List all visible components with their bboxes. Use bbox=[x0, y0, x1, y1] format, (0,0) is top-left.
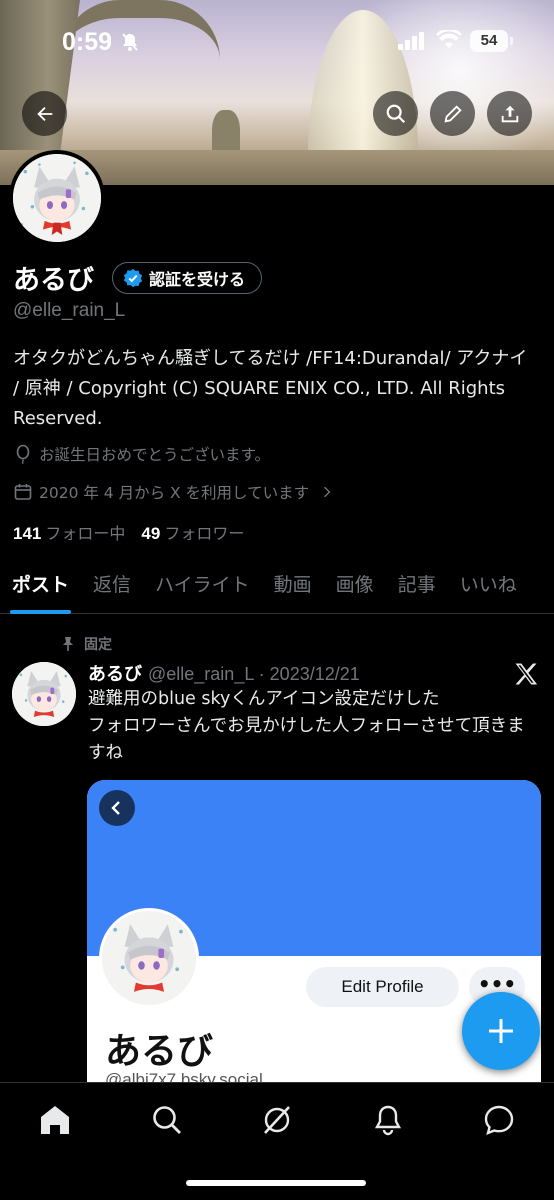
profile-tabs: ポスト 返信 ハイライト 動画 画像 記事 いいね bbox=[0, 566, 554, 614]
profile-avatar[interactable] bbox=[9, 150, 105, 246]
joined-text: 2020 年 4 月から X を利用しています bbox=[39, 484, 310, 502]
share-button[interactable] bbox=[487, 91, 532, 136]
following-link[interactable]: 141 フォロー中 bbox=[13, 520, 125, 544]
verified-badge-icon bbox=[123, 268, 143, 288]
calendar-icon bbox=[14, 484, 32, 500]
pinned-indicator: 固定 bbox=[60, 634, 112, 654]
edit-pencil-icon bbox=[443, 104, 462, 123]
followers-label: フォロワー bbox=[164, 524, 245, 543]
tab-articles[interactable]: 記事 bbox=[386, 566, 448, 613]
avatar-artwork bbox=[12, 662, 76, 726]
media-avatar bbox=[99, 908, 199, 1008]
status-bar: 0:59 54 bbox=[0, 0, 554, 80]
status-time: 0:59 bbox=[62, 28, 113, 56]
home-icon[interactable] bbox=[38, 1103, 72, 1137]
messages-icon[interactable] bbox=[482, 1103, 516, 1137]
get-verified-button[interactable]: 認証を受ける bbox=[112, 262, 263, 294]
tab-posts[interactable]: ポスト bbox=[0, 566, 81, 614]
media-profile-name: あるび bbox=[105, 1031, 214, 1072]
plus-icon bbox=[489, 1019, 513, 1043]
follow-stats: 141 フォロー中 49 フォロワー bbox=[13, 520, 244, 544]
tab-highlights[interactable]: ハイライト bbox=[143, 566, 262, 613]
post-author-avatar[interactable] bbox=[12, 662, 76, 726]
following-count: 141 bbox=[13, 524, 42, 543]
x-logo-icon[interactable] bbox=[512, 660, 540, 688]
back-arrow-icon bbox=[36, 106, 52, 121]
post-author-name[interactable]: あるび bbox=[88, 660, 142, 686]
chevron-right-icon bbox=[324, 486, 331, 498]
post-handle-date: @elle_rain_L · 2023/12/21 bbox=[148, 664, 360, 684]
avatar-artwork bbox=[13, 154, 101, 242]
search-button[interactable] bbox=[373, 91, 418, 136]
notifications-icon[interactable] bbox=[371, 1103, 405, 1137]
tab-likes[interactable]: いいね bbox=[448, 566, 529, 613]
bell-off-icon bbox=[122, 33, 138, 51]
media-back-button bbox=[99, 790, 135, 826]
profile-bio: オタクがどんちゃん騒ぎしてるだけ /FF14:Durandal/ アクナイ / … bbox=[13, 348, 528, 429]
signal-icon bbox=[398, 32, 424, 50]
balloon-icon bbox=[16, 444, 30, 464]
explore-icon[interactable] bbox=[150, 1103, 184, 1137]
media-profile-handle: @albi7x7.bsky.social bbox=[105, 1070, 263, 1082]
grok-icon[interactable] bbox=[260, 1103, 294, 1137]
followers-count: 49 bbox=[141, 524, 161, 543]
edit-profile-button[interactable] bbox=[430, 91, 475, 136]
chevron-left-icon bbox=[111, 801, 120, 815]
birthday-text: お誕生日おめでとうございます。 bbox=[39, 446, 270, 464]
profile-handle: @elle_rain_L bbox=[13, 300, 126, 321]
search-icon bbox=[386, 104, 405, 123]
tab-replies[interactable]: 返信 bbox=[81, 566, 143, 613]
compose-post-button[interactable] bbox=[462, 992, 540, 1070]
tab-videos[interactable]: 動画 bbox=[262, 566, 324, 613]
avatar-artwork bbox=[102, 911, 196, 1005]
media-edit-profile-button: Edit Profile bbox=[306, 967, 459, 1007]
share-icon bbox=[501, 105, 518, 122]
battery-indicator: 54 bbox=[470, 30, 513, 52]
joined-row[interactable]: 2020 年 4 月から X を利用しています bbox=[13, 481, 335, 503]
profile-name: あるび bbox=[13, 265, 94, 296]
back-button[interactable] bbox=[22, 91, 67, 136]
home-indicator bbox=[186, 1180, 366, 1186]
followers-link[interactable]: 49 フォロワー bbox=[141, 520, 244, 544]
following-label: フォロー中 bbox=[45, 524, 126, 543]
pin-icon bbox=[63, 637, 73, 651]
post-header: あるび @elle_rain_L · 2023/12/21 bbox=[88, 660, 360, 686]
pinned-label: 固定 bbox=[84, 637, 112, 653]
birthday-row: お誕生日おめでとうございます。 bbox=[13, 443, 270, 465]
post-text: 避難用のblue skyくんアイコン設定だけした フォロワーさんでお見かけした人… bbox=[88, 689, 525, 763]
wifi-icon bbox=[436, 30, 462, 48]
get-verified-label: 認証を受ける bbox=[149, 270, 246, 289]
tab-images[interactable]: 画像 bbox=[324, 566, 386, 613]
